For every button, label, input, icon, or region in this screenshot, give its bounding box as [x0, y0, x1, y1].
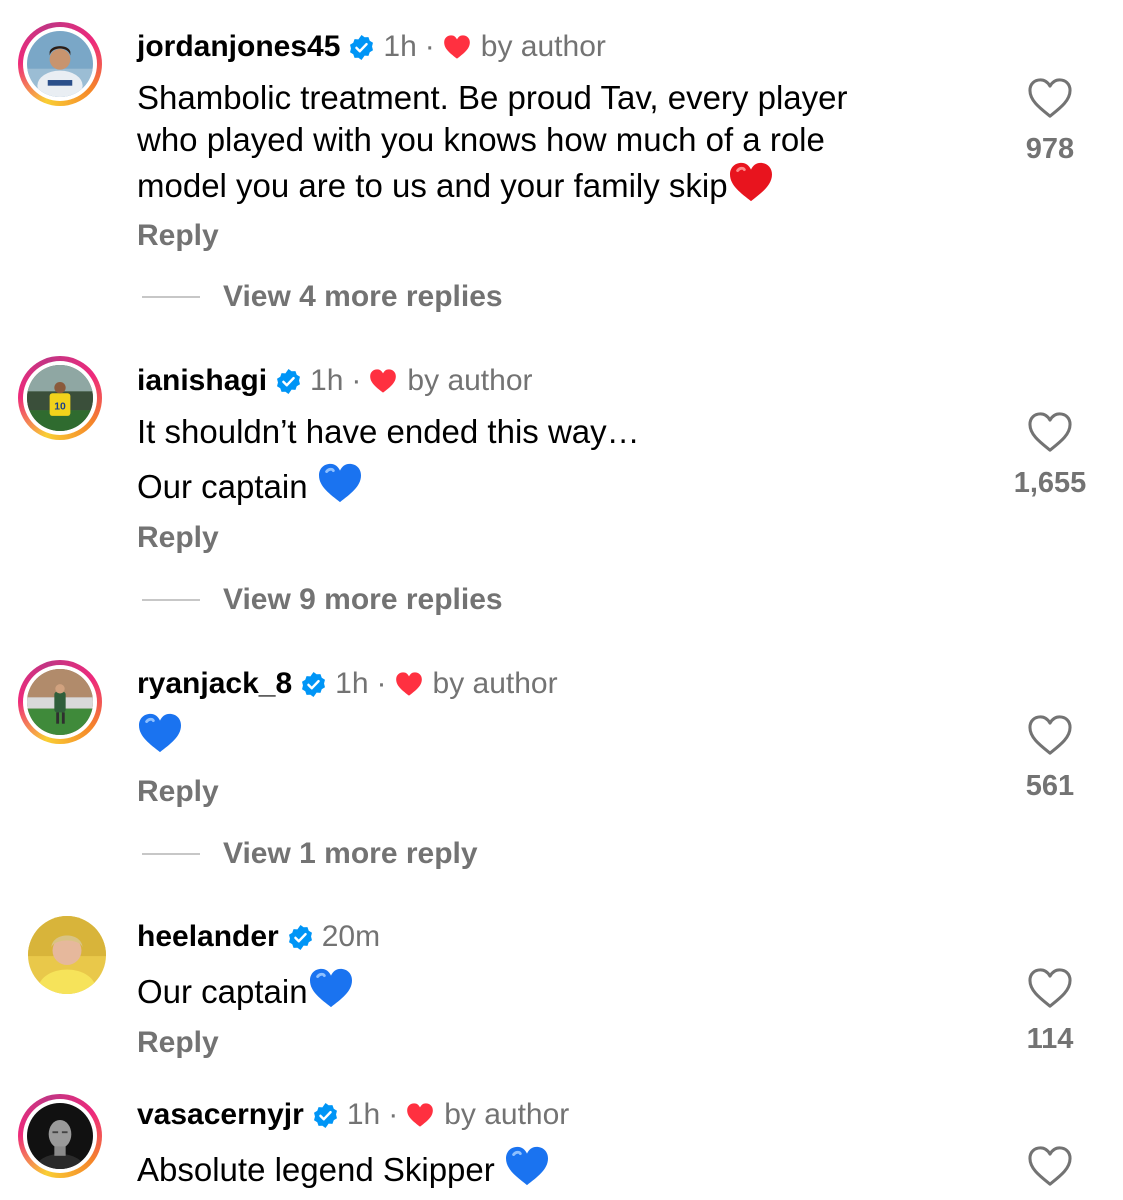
view-more-replies-button[interactable]: View 4 more replies — [142, 280, 503, 314]
username-link[interactable]: ianishagi — [137, 364, 267, 398]
like-control[interactable]: 561 — [985, 714, 1115, 803]
liked-by-author-label: by author — [432, 667, 558, 700]
like-heart-icon[interactable] — [1027, 967, 1073, 1009]
comment-text-line: who played with you knows how much of a … — [137, 121, 825, 158]
username-link[interactable]: ryanjack_8 — [137, 667, 292, 701]
divider-line — [142, 599, 200, 601]
like-heart-icon[interactable] — [1027, 77, 1073, 119]
avatar-photo — [27, 669, 93, 735]
reply-button[interactable]: Reply — [137, 1026, 219, 1060]
avatar-photo — [27, 31, 93, 97]
comment-header: vasacernyjr 1h · by author — [137, 1095, 569, 1135]
like-control[interactable]: 114 — [985, 967, 1115, 1056]
divider-line — [142, 296, 200, 298]
verified-badge-icon — [275, 368, 302, 395]
view-more-replies-button[interactable]: View 1 more reply — [142, 837, 478, 871]
comment-text: It shouldn’t have ended this way… Our ca… — [137, 411, 987, 513]
like-control[interactable] — [985, 1145, 1115, 1187]
like-heart-icon[interactable] — [1027, 1145, 1073, 1187]
separator-dot: · — [376, 667, 387, 700]
comment-header: jordanjones45 1h · by author — [137, 27, 606, 67]
comment-header: heelander 20m — [137, 917, 380, 957]
timestamp: 1h — [310, 364, 344, 397]
comment-header: ryanjack_8 1h · by author — [137, 664, 558, 704]
like-count: 561 — [1025, 770, 1075, 802]
verified-badge-icon — [312, 1102, 339, 1129]
comment-text: Our captain — [137, 967, 987, 1013]
verified-badge-icon — [300, 671, 327, 698]
verified-badge-icon — [287, 924, 314, 951]
blue-heart-emoji-icon — [308, 967, 354, 1009]
divider-line — [142, 853, 200, 855]
like-heart-icon[interactable] — [1027, 714, 1073, 756]
like-count: 114 — [1026, 1023, 1074, 1055]
liked-by-author-label: by author — [480, 30, 606, 63]
comment-header: ianishagi 1h · by author — [137, 361, 533, 401]
avatar[interactable]: 10 — [18, 356, 102, 440]
like-count: 1,655 — [1013, 467, 1087, 499]
avatar[interactable] — [18, 660, 102, 744]
comment-text-line: model you are to us and your family skip — [137, 167, 728, 204]
liked-by-author-label: by author — [407, 364, 533, 397]
avatar[interactable] — [18, 22, 102, 106]
avatar-photo: 10 — [27, 365, 93, 431]
reply-button[interactable]: Reply — [137, 775, 219, 809]
like-control[interactable]: 978 — [985, 77, 1115, 166]
comment-text: Absolute legend Skipper — [137, 1145, 987, 1191]
avatar[interactable] — [28, 916, 106, 994]
comment-text-line: Our captain — [137, 468, 308, 505]
comment-text-line: It shouldn’t have ended this way… — [137, 413, 640, 450]
blue-heart-emoji-icon — [504, 1145, 550, 1187]
view-more-replies-label: View 9 more replies — [223, 583, 503, 616]
red-heart-emoji-icon — [728, 161, 774, 203]
author-liked-heart-icon — [406, 1102, 434, 1128]
blue-heart-emoji-icon — [137, 712, 183, 754]
avatar[interactable] — [18, 1094, 102, 1178]
verified-badge-icon — [348, 34, 375, 61]
comment-text-line: Shambolic treatment. Be proud Tav, every… — [137, 79, 848, 116]
avatar-photo — [27, 1103, 93, 1169]
comment-text-line: Our captain — [137, 973, 308, 1010]
view-more-replies-label: View 1 more reply — [223, 837, 478, 870]
timestamp: 1h — [383, 30, 417, 63]
author-liked-heart-icon — [395, 671, 423, 697]
reply-button[interactable]: Reply — [137, 219, 219, 253]
separator-dot: · — [351, 364, 362, 397]
username-link[interactable]: vasacernyjr — [137, 1098, 304, 1132]
svg-text:10: 10 — [54, 401, 66, 412]
avatar-photo — [28, 916, 106, 994]
author-liked-heart-icon — [443, 34, 471, 60]
blue-heart-emoji-icon — [317, 462, 363, 504]
view-more-replies-label: View 4 more replies — [223, 280, 503, 313]
view-more-replies-button[interactable]: View 9 more replies — [142, 583, 503, 617]
separator-dot: · — [424, 30, 435, 63]
timestamp: 1h — [335, 667, 369, 700]
author-liked-heart-icon — [369, 368, 397, 394]
liked-by-author-label: by author — [444, 1098, 570, 1131]
timestamp: 1h — [346, 1098, 381, 1131]
timestamp: 20m — [321, 920, 381, 953]
comment-text: Shambolic treatment. Be proud Tav, every… — [137, 77, 987, 207]
username-link[interactable]: jordanjones45 — [137, 30, 340, 64]
like-heart-icon[interactable] — [1027, 411, 1073, 453]
comment-text-line: Absolute legend Skipper — [137, 1151, 495, 1188]
username-link[interactable]: heelander — [137, 920, 279, 954]
separator-dot: · — [388, 1098, 399, 1131]
like-count: 978 — [1025, 133, 1075, 165]
like-control[interactable]: 1,655 — [985, 411, 1115, 500]
reply-button[interactable]: Reply — [137, 521, 219, 555]
comment-text — [137, 712, 987, 758]
